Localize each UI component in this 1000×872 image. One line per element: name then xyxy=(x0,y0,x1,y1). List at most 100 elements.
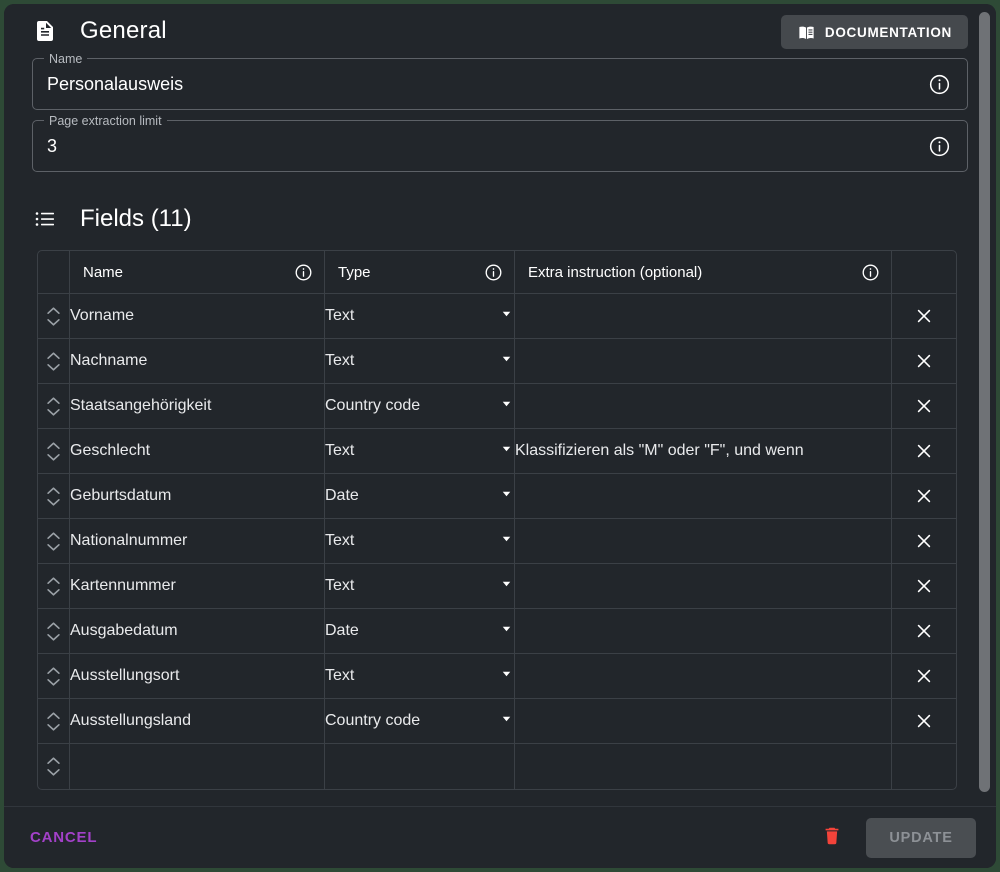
row-reorder-handle[interactable] xyxy=(38,519,70,564)
info-icon[interactable] xyxy=(927,72,951,96)
close-icon[interactable] xyxy=(909,391,939,421)
close-icon[interactable] xyxy=(909,661,939,691)
row-reorder-handle[interactable] xyxy=(38,294,70,339)
field-type-select[interactable]: Date xyxy=(325,474,515,519)
chevron-down-icon[interactable] xyxy=(46,363,61,372)
chevron-down-icon[interactable] xyxy=(46,408,61,417)
close-icon[interactable] xyxy=(909,616,939,646)
chevron-down-icon[interactable] xyxy=(499,306,514,326)
vertical-scrollbar[interactable] xyxy=(979,10,990,803)
field-extra-instruction-input[interactable] xyxy=(515,654,892,699)
field-name-input[interactable]: Nachname xyxy=(70,339,325,384)
field-type-select[interactable] xyxy=(325,744,515,789)
chevron-down-icon[interactable] xyxy=(499,621,514,641)
info-icon[interactable] xyxy=(927,134,951,158)
page-extraction-limit-input[interactable]: 3 xyxy=(33,136,927,157)
field-name-input[interactable]: Geschlecht xyxy=(70,429,325,474)
field-type-select[interactable]: Text xyxy=(325,519,515,564)
field-extra-instruction-input[interactable] xyxy=(515,564,892,609)
field-extra-instruction-input[interactable] xyxy=(515,744,892,789)
close-icon[interactable] xyxy=(909,526,939,556)
chevron-down-icon[interactable] xyxy=(46,318,61,327)
chevron-up-icon[interactable] xyxy=(46,351,61,360)
scrollable-content-area[interactable]: General DOCUMENTATION Name Personalauswe… xyxy=(4,4,996,809)
chevron-down-icon[interactable] xyxy=(46,768,61,777)
page-extraction-limit-field[interactable]: Page extraction limit 3 xyxy=(32,113,968,172)
chevron-down-icon[interactable] xyxy=(46,543,61,552)
name-input[interactable]: Personalausweis xyxy=(33,74,927,95)
chevron-down-icon[interactable] xyxy=(499,441,514,461)
cancel-button[interactable]: CANCEL xyxy=(24,821,103,854)
row-reorder-handle[interactable] xyxy=(38,474,70,519)
close-icon[interactable] xyxy=(909,301,939,331)
field-extra-instruction-input[interactable]: Klassifizieren als "M" oder "F", und wen… xyxy=(515,429,892,474)
documentation-button[interactable]: DOCUMENTATION xyxy=(780,15,968,49)
chevron-down-icon[interactable] xyxy=(46,633,61,642)
row-reorder-handle[interactable] xyxy=(38,429,70,474)
info-icon[interactable] xyxy=(294,263,313,282)
field-extra-instruction-input[interactable] xyxy=(515,339,892,384)
chevron-up-icon[interactable] xyxy=(46,396,61,405)
chevron-up-icon[interactable] xyxy=(46,756,61,765)
row-reorder-handle[interactable] xyxy=(38,699,70,744)
row-reorder-handle[interactable] xyxy=(38,564,70,609)
field-name-input[interactable]: Geburtsdatum xyxy=(70,474,325,519)
chevron-up-icon[interactable] xyxy=(46,441,61,450)
chevron-down-icon[interactable] xyxy=(499,711,514,731)
field-type-select[interactable]: Date xyxy=(325,609,515,654)
field-name-input[interactable]: Nationalnummer xyxy=(70,519,325,564)
chevron-down-icon[interactable] xyxy=(46,588,61,597)
field-extra-instruction-input[interactable] xyxy=(515,294,892,339)
chevron-down-icon[interactable] xyxy=(46,723,61,732)
field-extra-instruction-input[interactable] xyxy=(515,384,892,429)
chevron-up-icon[interactable] xyxy=(46,306,61,315)
info-icon[interactable] xyxy=(861,263,880,282)
chevron-up-icon[interactable] xyxy=(46,711,61,720)
field-name-input[interactable]: Ausgabedatum xyxy=(70,609,325,654)
field-extra-instruction-input[interactable] xyxy=(515,474,892,519)
field-type-select[interactable]: Country code xyxy=(325,699,515,744)
chevron-down-icon[interactable] xyxy=(499,576,514,596)
chevron-down-icon[interactable] xyxy=(499,666,514,686)
field-name-input[interactable] xyxy=(70,744,325,789)
update-button[interactable]: UPDATE xyxy=(866,817,976,858)
chevron-down-icon[interactable] xyxy=(46,453,61,462)
chevron-up-icon[interactable] xyxy=(46,621,61,630)
close-icon[interactable] xyxy=(909,481,939,511)
field-type-select[interactable]: Text xyxy=(325,429,515,474)
row-reorder-handle[interactable] xyxy=(38,339,70,384)
field-extra-instruction-input[interactable] xyxy=(515,699,892,744)
close-icon[interactable] xyxy=(909,571,939,601)
close-icon[interactable] xyxy=(909,436,939,466)
field-type-select[interactable]: Text xyxy=(325,654,515,699)
delete-button[interactable] xyxy=(812,818,852,858)
field-name-input[interactable]: Vorname xyxy=(70,294,325,339)
field-extra-instruction-input[interactable] xyxy=(515,519,892,564)
chevron-up-icon[interactable] xyxy=(46,576,61,585)
name-field[interactable]: Name Personalausweis xyxy=(32,51,968,110)
field-name-input[interactable]: Staatsangehörigkeit xyxy=(70,384,325,429)
scrollbar-thumb[interactable] xyxy=(979,12,990,792)
chevron-up-icon[interactable] xyxy=(46,531,61,540)
row-reorder-handle[interactable] xyxy=(38,654,70,699)
close-icon[interactable] xyxy=(909,706,939,736)
row-reorder-handle[interactable] xyxy=(38,384,70,429)
chevron-up-icon[interactable] xyxy=(46,666,61,675)
chevron-down-icon[interactable] xyxy=(499,396,514,416)
field-type-select[interactable]: Country code xyxy=(325,384,515,429)
field-name-input[interactable]: Ausstellungsland xyxy=(70,699,325,744)
field-type-select[interactable]: Text xyxy=(325,339,515,384)
chevron-down-icon[interactable] xyxy=(499,486,514,506)
field-extra-instruction-input[interactable] xyxy=(515,609,892,654)
chevron-down-icon[interactable] xyxy=(499,351,514,371)
field-type-select[interactable]: Text xyxy=(325,564,515,609)
info-icon[interactable] xyxy=(484,263,503,282)
row-reorder-handle[interactable] xyxy=(38,609,70,654)
chevron-down-icon[interactable] xyxy=(46,678,61,687)
row-reorder-handle[interactable] xyxy=(38,744,70,789)
field-name-input[interactable]: Kartennummer xyxy=(70,564,325,609)
close-icon[interactable] xyxy=(909,346,939,376)
chevron-down-icon[interactable] xyxy=(46,498,61,507)
chevron-up-icon[interactable] xyxy=(46,486,61,495)
field-type-select[interactable]: Text xyxy=(325,294,515,339)
